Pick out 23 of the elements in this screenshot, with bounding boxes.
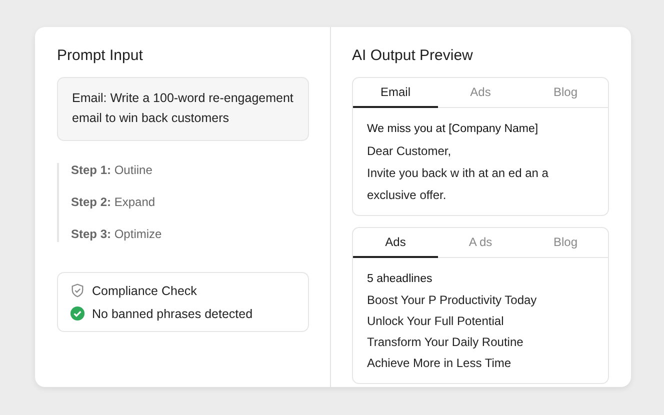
step-item: Step 1: Outiine	[71, 163, 154, 178]
panel-title: AI Output Preview	[352, 47, 474, 64]
step-item: Step 2: Expand	[71, 195, 156, 210]
tab[interactable]: Blog	[523, 78, 608, 108]
tab[interactable]: A ds	[438, 228, 523, 258]
panel-title: Prompt Input	[57, 47, 144, 64]
preview-heading: 5 aheadlines	[367, 272, 434, 287]
preview-line: Unlock Your Full Potential	[367, 313, 505, 330]
prompt-field[interactable]: Email: Write a 100-word re-engagement email to win back customers	[57, 77, 309, 141]
tab[interactable]: Blog	[523, 228, 608, 258]
preview-line: Boost Your P Productivity Today	[367, 292, 538, 309]
compliance-title: Compliance Check	[92, 284, 197, 298]
tab[interactable]: Email	[353, 78, 438, 108]
preview-line: Achieve More in Less Time	[367, 355, 512, 372]
step-item: Step 3: Optimize	[71, 227, 163, 242]
preview-line: Invite you back w ith at an ed an a exclusive offer.	[367, 165, 550, 204]
compliance-result: No banned phrases detected	[92, 306, 253, 320]
tab[interactable]: Ads	[353, 228, 438, 258]
preview-line: Transform Your Daily Routine	[367, 334, 524, 351]
preview-heading: We miss you at [Company Name]	[367, 122, 540, 137]
shield-icon	[70, 283, 85, 298]
tab[interactable]: Ads	[438, 78, 523, 108]
preview-line: Dear Customer,	[367, 143, 452, 160]
